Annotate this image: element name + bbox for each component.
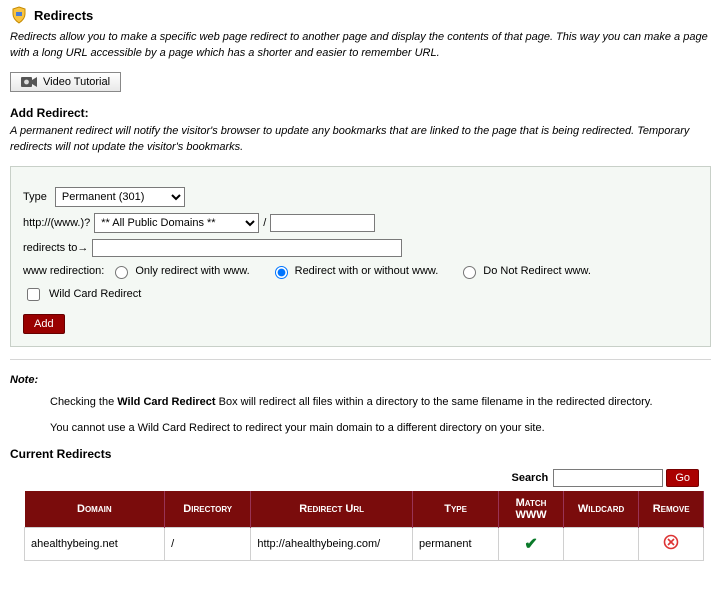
divider (10, 359, 711, 360)
current-redirects-heading: Current Redirects (10, 447, 711, 461)
add-redirect-heading: Add Redirect: (10, 106, 711, 120)
type-label: Type (23, 191, 47, 203)
search-input[interactable] (553, 469, 663, 487)
col-remove[interactable]: Remove (639, 491, 704, 528)
note-heading: Note: (10, 374, 711, 386)
wildcard-checkbox[interactable] (27, 288, 40, 301)
table-cell: http://ahealthybeing.com/ (251, 527, 413, 560)
redirects-table: Domain Directory Redirect Url Type Match… (24, 491, 704, 561)
www-none-radio[interactable] (463, 266, 476, 279)
table-cell: permanent (412, 527, 498, 560)
redirects-to-label: redirects to→ (23, 242, 88, 254)
col-wildcard[interactable]: Wildcard (563, 491, 638, 528)
add-button[interactable]: Add (23, 314, 65, 334)
type-select[interactable]: Permanent (301) (55, 187, 185, 207)
table-cell (563, 527, 638, 560)
domain-select[interactable]: ** All Public Domains ** (94, 213, 259, 233)
table-cell: ahealthybeing.net (25, 527, 165, 560)
video-tutorial-button[interactable]: Video Tutorial (10, 72, 121, 92)
page-title: Redirects (34, 8, 93, 23)
table-row: ahealthybeing.net/http://ahealthybeing.c… (25, 527, 704, 560)
www-both-radio[interactable] (275, 266, 288, 279)
col-directory[interactable]: Directory (165, 491, 251, 528)
intro-text: Redirects allow you to make a specific w… (10, 30, 711, 62)
www-none-label: Do Not Redirect www. (483, 265, 591, 277)
add-redirect-description: A permanent redirect will notify the vis… (10, 124, 711, 156)
add-redirect-form: Type Permanent (301) http://(www.)? ** A… (10, 166, 711, 347)
col-match-www[interactable]: Match WWW (499, 491, 564, 528)
search-go-button[interactable]: Go (666, 469, 699, 487)
search-label: Search (511, 472, 548, 484)
target-input[interactable] (92, 239, 402, 257)
check-icon: ✔ (524, 536, 537, 553)
table-cell: / (165, 527, 251, 560)
col-redirect-url[interactable]: Redirect Url (251, 491, 413, 528)
www-redirection-label: www redirection: (23, 265, 104, 277)
path-input[interactable] (270, 214, 375, 232)
video-icon (21, 76, 37, 88)
redirects-icon (10, 6, 28, 24)
url-prefix-label: http://(www.)? (23, 217, 90, 229)
www-only-radio[interactable] (115, 266, 128, 279)
remove-cell (639, 527, 704, 560)
col-type[interactable]: Type (412, 491, 498, 528)
www-both-label: Redirect with or without www. (295, 265, 439, 277)
video-tutorial-label: Video Tutorial (43, 76, 110, 88)
col-domain[interactable]: Domain (25, 491, 165, 528)
slash-label: / (263, 217, 266, 229)
wildcard-label: Wild Card Redirect (49, 288, 141, 300)
www-only-label: Only redirect with www. (135, 265, 249, 277)
match-www-cell: ✔ (499, 527, 564, 560)
remove-icon[interactable] (663, 541, 679, 553)
note-body: Checking the Wild Card Redirect Box will… (50, 394, 711, 437)
